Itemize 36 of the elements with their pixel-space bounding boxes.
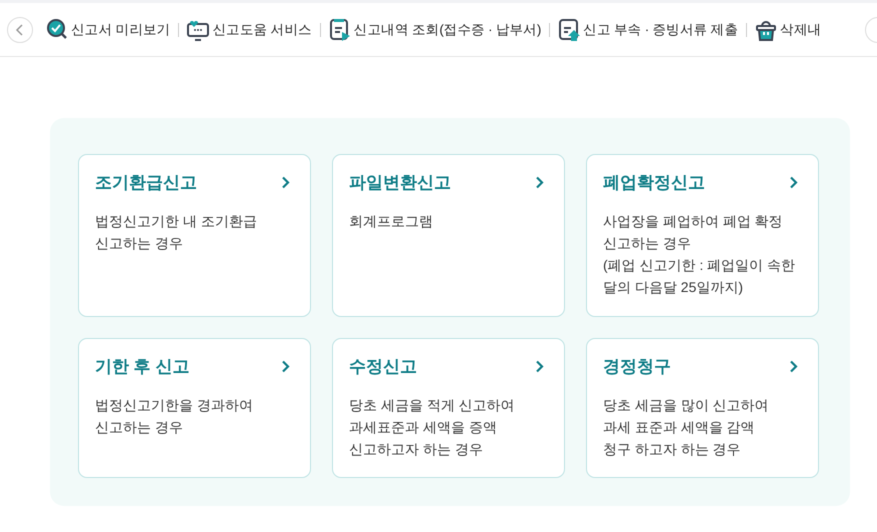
chevron-left-icon bbox=[15, 24, 25, 36]
chevron-right-icon bbox=[789, 360, 798, 373]
nav-link[interactable]: 신고서 미리보기 bbox=[46, 18, 170, 41]
card-title: 조기환급신고 bbox=[95, 172, 197, 194]
nav-link[interactable]: 신고 부속 · 증빙서류 제출 bbox=[558, 18, 738, 41]
service-card[interactable]: 수정신고 당초 세금을 적게 신고하여 과세표준과 세액을 증액 신고하고자 하는 경우 bbox=[332, 338, 565, 478]
card-description: 당초 세금을 많이 신고하여 과세 표준과 세액을 감액 청구 하고자 하는 경우 bbox=[603, 396, 770, 459]
nav-link[interactable]: 신고도움 서비스 bbox=[187, 18, 312, 41]
document-upload-icon bbox=[558, 18, 582, 41]
search-check-icon bbox=[46, 18, 69, 41]
service-card[interactable]: 폐업확정신고 사업장을 폐업하여 폐업 확정 신고하는 경우 (폐업 신고기한 : 폐업일이 속한 달의 다음달 25일까지) bbox=[586, 154, 819, 317]
service-card[interactable]: 경정청구 당초 세금을 많이 신고하여 과세 표준과 세액을 감액 청구 하고자 하는 경우 bbox=[586, 338, 819, 478]
service-card[interactable]: 파일변환신고 회계프로그램 bbox=[332, 154, 565, 317]
scroll-left-button[interactable] bbox=[7, 16, 33, 42]
chevron-right-icon bbox=[535, 176, 544, 189]
card-title: 폐업확정신고 bbox=[603, 172, 705, 194]
card-description: 법정신고기한을 경과하여 신고하는 경우 bbox=[95, 396, 254, 437]
chevron-right-icon bbox=[789, 176, 798, 189]
service-card[interactable]: 기한 후 신고 법정신고기한을 경과하여 신고하는 경우 bbox=[78, 338, 311, 478]
chevron-right-icon bbox=[535, 360, 544, 373]
service-card[interactable]: 조기환급신고 법정신고기한 내 조기환급 신고하는 경우 bbox=[78, 154, 311, 317]
document-play-icon bbox=[328, 18, 352, 41]
card-title: 경정청구 bbox=[603, 356, 671, 378]
card-title: 파일변환신고 bbox=[349, 172, 451, 194]
card-description: 회계프로그램 bbox=[349, 212, 434, 231]
card-title: 수정신고 bbox=[349, 356, 417, 378]
nav-link[interactable]: 삭제내 bbox=[755, 18, 822, 41]
card-description: 법정신고기한 내 조기환급 신고하는 경우 bbox=[95, 212, 258, 253]
card-description: 당초 세금을 적게 신고하여 과세표준과 세액을 증액 신고하고자 하는 경우 bbox=[349, 396, 516, 459]
monitor-heart-icon bbox=[187, 18, 210, 41]
card-description: 사업장을 폐업하여 폐업 확정 신고하는 경우 (폐업 신고기한 : 폐업일이 속한 달의 다음달 25일까지) bbox=[603, 212, 796, 297]
nav-link[interactable]: 신고내역 조회(접수증 · 납부서) bbox=[328, 18, 542, 41]
basket-icon bbox=[755, 18, 778, 41]
chevron-right-icon bbox=[281, 176, 290, 189]
card-title: 기한 후 신고 bbox=[95, 356, 190, 378]
chevron-right-icon bbox=[281, 360, 290, 373]
